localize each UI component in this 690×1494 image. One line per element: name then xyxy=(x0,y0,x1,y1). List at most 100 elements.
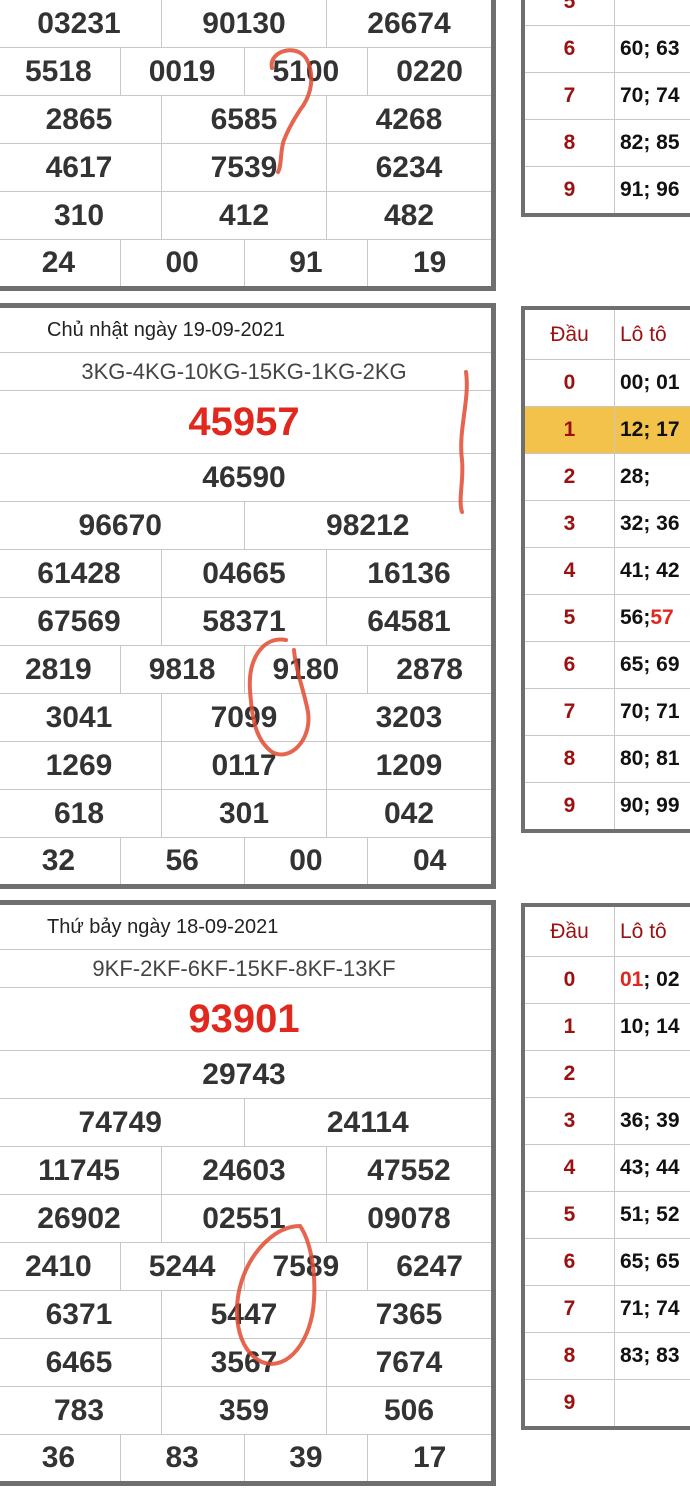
loto-row: 0 01 ; 02 xyxy=(525,956,690,1003)
loto-row: 0 00; 01 xyxy=(525,359,690,406)
prize-number: 6371 xyxy=(45,1297,113,1331)
loto-cell: 51; 52 xyxy=(620,1203,680,1226)
dau-cell: 6 xyxy=(525,642,615,688)
prize-row-last: 24 00 91 19 xyxy=(0,239,491,286)
dau-header: Đầu xyxy=(525,310,615,359)
prize-number: 02551 xyxy=(161,1195,326,1242)
prize-number: 310 xyxy=(53,198,105,232)
prize-number: 2410 xyxy=(25,1249,92,1283)
prize-row: 26902 02551 09078 xyxy=(0,1194,491,1242)
prize-number: 0117 xyxy=(161,742,326,789)
prize-number: 3203 xyxy=(326,694,491,741)
prize-number: 6465 xyxy=(45,1345,113,1379)
prize-row: 310 412 482 xyxy=(0,191,491,239)
prize-number: 5100 xyxy=(243,48,368,95)
prize-number: 7099 xyxy=(161,694,326,741)
loto-row: 5 51; 52 xyxy=(525,1191,690,1238)
prize-number: 64581 xyxy=(326,598,491,645)
prize-row: 1269 0117 1209 xyxy=(0,741,491,789)
prize-row-last: 36 83 39 17 xyxy=(0,1434,491,1481)
loto-value: 56; xyxy=(620,606,651,629)
prize-row: 5518 0019 5100 0220 xyxy=(0,47,491,95)
dau-cell: 4 xyxy=(525,1145,615,1191)
draw-date: Chủ nhật ngày 19-09-2021 xyxy=(47,318,285,341)
prize-row: 783 359 506 xyxy=(0,1386,491,1434)
draw-codes: 3KG-4KG-10KG-15KG-1KG-2KG xyxy=(0,352,491,390)
prize-number: 042 xyxy=(326,790,491,837)
loto-row: 6 65; 65 xyxy=(525,1238,690,1285)
prize-number: 6247 xyxy=(367,1243,491,1290)
prize-number: 16136 xyxy=(326,550,491,597)
prize-number: 04665 xyxy=(161,550,326,597)
prize-number: 6585 xyxy=(161,96,326,143)
loto-cell xyxy=(615,1380,690,1426)
prize-row: 61428 04665 16136 xyxy=(0,549,491,597)
loto-cell: 65; 65 xyxy=(620,1250,680,1273)
dau-cell: 8 xyxy=(525,736,615,782)
dau-cell: 9 xyxy=(525,1380,615,1426)
prize-number: 4268 xyxy=(326,96,491,143)
loto-row: 4 41; 42 xyxy=(525,547,690,594)
dau-cell: 5 xyxy=(525,1192,615,1238)
dau-cell: 2 xyxy=(525,1051,615,1097)
prize-number: 24 xyxy=(41,246,76,279)
prize-row: 618 301 042 xyxy=(0,789,491,837)
loto-row: 5 56; 57 xyxy=(525,594,690,641)
dau-cell: 5 xyxy=(525,0,615,25)
loto-cell: 28; xyxy=(620,465,651,488)
draw-codes: 9KF-2KF-6KF-15KF-8KF-13KF xyxy=(0,949,491,987)
prize-number: 00 xyxy=(243,838,368,884)
dau-cell: 2 xyxy=(525,454,615,500)
loto-cell: 70; 74 xyxy=(620,84,680,107)
dau-cell: 4 xyxy=(525,548,615,594)
loto-row: 6 65; 69 xyxy=(525,641,690,688)
prize-row: 11745 24603 47552 xyxy=(0,1146,491,1194)
dau-cell: 8 xyxy=(525,120,615,166)
prize-number: 0220 xyxy=(367,48,491,95)
prize-number: 618 xyxy=(53,796,105,830)
prize-number: 9180 xyxy=(243,646,368,693)
prize-row: 67569 58371 64581 xyxy=(0,597,491,645)
prize-number: 03231 xyxy=(37,6,121,40)
loto-cell: 83; 83 xyxy=(620,1344,680,1367)
dau-header: Đầu xyxy=(525,907,615,956)
loto-cell: 70; 71 xyxy=(620,700,680,723)
dau-cell: 7 xyxy=(525,73,615,119)
dau-cell: 0 xyxy=(525,360,615,406)
prize-number: 482 xyxy=(326,192,491,239)
prize-number: 359 xyxy=(161,1387,326,1434)
loto-cell: 12; 17 xyxy=(615,407,690,453)
prize-number: 506 xyxy=(326,1387,491,1434)
dau-cell: 5 xyxy=(525,595,615,641)
prize-number: 98212 xyxy=(243,502,492,549)
prize-number: 7539 xyxy=(161,144,326,191)
prize-number: 09078 xyxy=(326,1195,491,1242)
dau-cell: 8 xyxy=(525,1333,615,1379)
prize-number: 3567 xyxy=(161,1339,326,1386)
prize-row: 6465 3567 7674 xyxy=(0,1338,491,1386)
prize-row: 4617 7539 6234 xyxy=(0,143,491,191)
loto-row: 7 70; 71 xyxy=(525,688,690,735)
dau-cell: 7 xyxy=(525,689,615,735)
results-block-3: Thứ bảy ngày 18-09-2021 9KF-2KF-6KF-15KF… xyxy=(0,900,496,1486)
prize-number: 26674 xyxy=(326,0,491,47)
prize-number: 2819 xyxy=(25,652,92,686)
prize-number: 32 xyxy=(41,844,76,877)
loto-row-highlighted: 1 12; 17 xyxy=(525,406,690,453)
loto-table-1: 5 6 60; 63 7 70; 74 8 82; 85 9 91; 96 xyxy=(521,0,690,217)
prize-row: 2410 5244 7589 6247 xyxy=(0,1242,491,1290)
prize-row: 2819 9818 9180 2878 xyxy=(0,645,491,693)
prize-number: 9818 xyxy=(119,646,244,693)
dau-cell: 6 xyxy=(525,26,615,72)
prize-number: 11745 xyxy=(38,1153,120,1187)
loto-cell: 91; 96 xyxy=(620,178,680,201)
prize-number: 2878 xyxy=(367,646,491,693)
loto-row: 9 xyxy=(525,1379,690,1426)
loto-cell: 80; 81 xyxy=(620,747,680,770)
loto-table-2: Đầu Lô tô 0 00; 01 1 12; 17 2 28; 3 32; … xyxy=(521,306,690,833)
dau-cell: 9 xyxy=(525,167,615,213)
loto-cell: 10; 14 xyxy=(620,1015,680,1038)
prize-row: 2865 6585 4268 xyxy=(0,95,491,143)
prize-number: 47552 xyxy=(326,1147,491,1194)
loto-row: 7 70; 74 xyxy=(525,72,690,119)
